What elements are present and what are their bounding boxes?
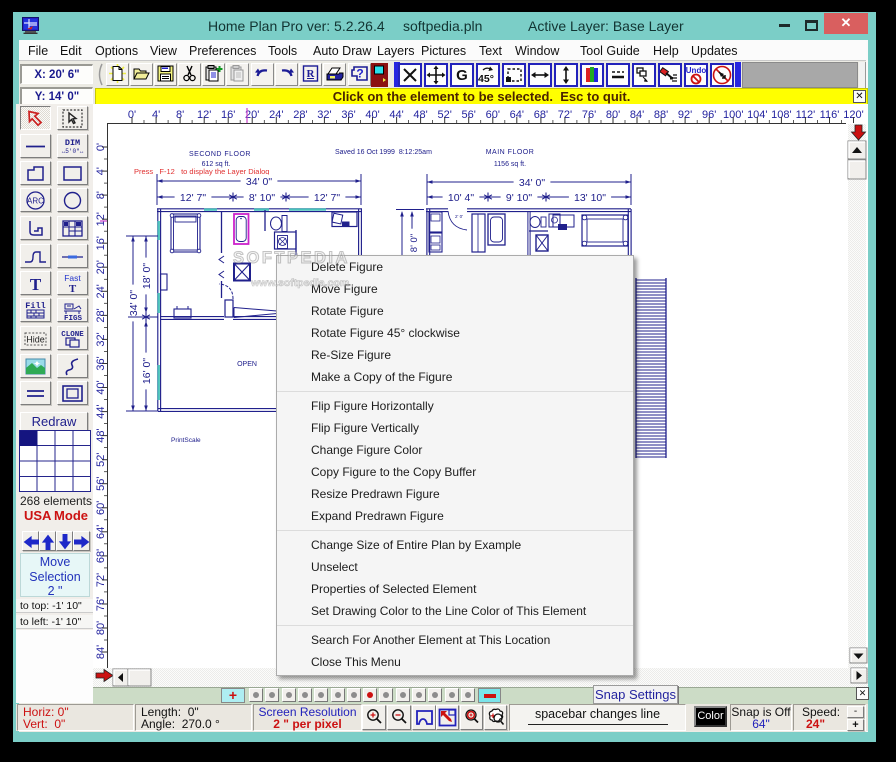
svg-text:10' 4": 10' 4" bbox=[448, 192, 474, 204]
svg-text:T: T bbox=[30, 275, 42, 294]
svg-text:Saved 16 Oct 1999 8:12:25am: Saved 16 Oct 1999 8:12:25am bbox=[335, 149, 432, 156]
svg-text:OPEN: OPEN bbox=[237, 361, 257, 368]
svg-text:9' 10": 9' 10" bbox=[506, 192, 532, 204]
svg-text:34' 0": 34' 0" bbox=[519, 177, 545, 189]
svg-text:FIGS: FIGS bbox=[64, 315, 83, 321]
svg-text:ARC: ARC bbox=[27, 197, 44, 206]
svg-text:↔5'0"↔: ↔5'0"↔ bbox=[62, 148, 84, 155]
svg-text:34' 0": 34' 0" bbox=[246, 176, 272, 188]
svg-text:13' 10": 13' 10" bbox=[574, 192, 606, 204]
svg-text:PrintScale: PrintScale bbox=[171, 437, 201, 444]
svg-text:DIM: DIM bbox=[65, 138, 80, 148]
svg-text:12' 7": 12' 7" bbox=[314, 192, 340, 204]
svg-text:G: G bbox=[456, 67, 468, 84]
svg-text:8' 0": 8' 0" bbox=[409, 234, 420, 252]
svg-text:SECOND FLOOR: SECOND FLOOR bbox=[189, 151, 251, 158]
svg-text:16' 0": 16' 0" bbox=[141, 358, 153, 384]
svg-text:?: ? bbox=[356, 67, 363, 81]
svg-text:T: T bbox=[69, 283, 77, 294]
svg-text:Fast: Fast bbox=[64, 273, 81, 283]
svg-text:Hide: Hide bbox=[26, 335, 45, 345]
svg-text:2' 0': 2' 0' bbox=[455, 214, 463, 219]
svg-text:1156 sq ft.: 1156 sq ft. bbox=[494, 161, 526, 168]
svg-text:45°: 45° bbox=[478, 73, 494, 85]
svg-text:MAIN FLOOR: MAIN FLOOR bbox=[486, 149, 535, 156]
svg-text:18' 0": 18' 0" bbox=[141, 263, 153, 289]
svg-text:34' 0": 34' 0" bbox=[128, 290, 140, 316]
svg-text:12' 7": 12' 7" bbox=[180, 192, 206, 204]
svg-text:8' 10": 8' 10" bbox=[249, 192, 275, 204]
